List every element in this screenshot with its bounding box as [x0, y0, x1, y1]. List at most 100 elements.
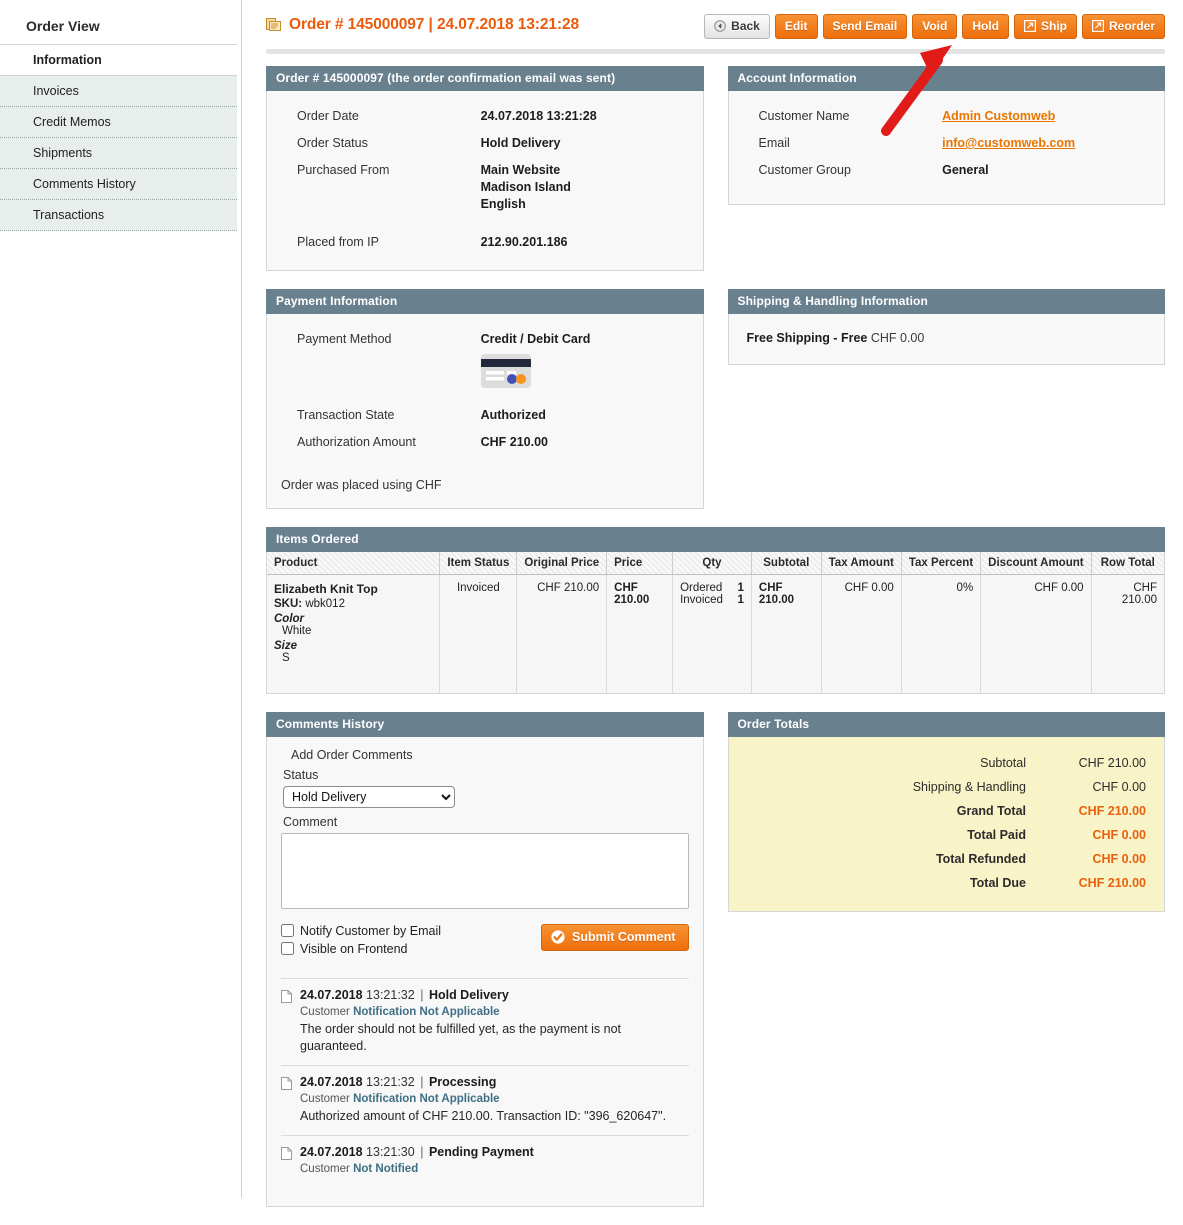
comment-textarea[interactable]: [281, 832, 689, 909]
sidebar-item-invoices[interactable]: Invoices: [0, 76, 237, 107]
order-date-value: 24.07.2018 13:21:28: [480, 109, 597, 123]
edit-button[interactable]: Edit: [774, 14, 818, 39]
external-window-icon: [1023, 20, 1036, 32]
totals-row-subtotal: Subtotal CHF 210.00: [743, 751, 1151, 775]
col-row-total: Row Total: [1091, 552, 1164, 575]
comment-history-list: 24.07.2018 13:21:32 | Hold Delivery Cust…: [281, 977, 689, 1188]
history-notify-line: Customer Not Notified: [300, 1161, 534, 1178]
col-qty: Qty: [672, 552, 752, 575]
customer-group-value: General: [942, 163, 989, 177]
customer-email-row: Email info@customweb.com: [743, 130, 1151, 157]
send-email-button[interactable]: Send Email: [822, 14, 908, 39]
ship-button[interactable]: Ship: [1013, 14, 1077, 39]
cell-price: CHF 210.00: [606, 574, 674, 693]
order-view-page: Order View Information Invoices Credit M…: [0, 0, 1183, 1207]
purchased-from-value: Main Website Madison Island English: [477, 157, 689, 218]
order-info-column: Order # 145000097 (the order confirmatio…: [266, 66, 704, 289]
sidebar-item-credit-memos[interactable]: Credit Memos: [0, 107, 237, 138]
notify-customer-checkbox-line[interactable]: Notify Customer by Email: [281, 924, 441, 938]
qty-invoiced-row: Invoiced 1: [680, 594, 744, 606]
sidebar-item-transactions[interactable]: Transactions: [0, 200, 237, 231]
back-button[interactable]: Back: [704, 14, 770, 39]
visible-on-frontend-checkbox[interactable]: [281, 942, 294, 955]
document-icon: [281, 1146, 292, 1160]
sidebar-item-information[interactable]: Information: [0, 45, 237, 76]
history-text: The order should not be fulfilled yet, a…: [300, 1021, 622, 1053]
shipping-method-line: Free Shipping - Free CHF 0.00: [743, 328, 1151, 348]
currency-note: Order was placed using CHF: [281, 478, 442, 492]
placed-from-ip-value: 212.90.201.186: [480, 235, 568, 249]
cell-qty: Ordered 1 Invoiced 1: [672, 574, 752, 693]
customer-name-link[interactable]: Admin Customweb: [942, 109, 1055, 123]
comment-label: Comment: [283, 814, 338, 829]
history-notify-prefix: Customer: [300, 1162, 350, 1175]
purchased-from-view: English: [480, 197, 526, 211]
payment-method-label: Payment Method: [297, 332, 392, 346]
payment-information-panel-body: Payment Method Credit / Debit Card Trans…: [266, 314, 704, 509]
col-discount-amount: Discount Amount: [980, 552, 1092, 575]
items-table-body: Elizabeth Knit Top SKU: wbk012 Color Whi…: [267, 574, 1164, 693]
qty-invoiced-value: 1: [737, 594, 744, 606]
comments-history-panel-body: Add Order Comments Status Hold Delivery …: [266, 736, 704, 1207]
shipping-method-price: CHF 0.00: [870, 331, 925, 345]
edit-button-label: Edit: [784, 19, 808, 33]
totals-label-subtotal: Subtotal: [980, 755, 1026, 770]
option-value-color: White: [282, 625, 312, 637]
col-price: Price: [606, 552, 674, 575]
history-status: Pending Payment: [428, 1144, 534, 1159]
submit-comment-button[interactable]: Submit Comment: [541, 923, 689, 951]
shipping-method-name: Free Shipping - Free: [746, 331, 868, 345]
account-information-panel: Account Information Customer Name Admin …: [727, 66, 1165, 205]
cell-tax-percent: 0%: [901, 574, 982, 693]
sku-value: wbk012: [305, 598, 345, 610]
reorder-button-label: Reorder: [1108, 19, 1155, 33]
totals-value-grand-total: CHF 210.00: [1078, 803, 1146, 818]
history-time: 13:21:32: [366, 987, 415, 1002]
history-time: 13:21:32: [366, 1074, 415, 1089]
totals-label-total-due: Total Due: [969, 875, 1026, 890]
totals-label-total-refunded: Total Refunded: [935, 851, 1026, 866]
authorization-amount-row: Authorization Amount CHF 210.00: [281, 429, 689, 456]
comments-history-panel: Comments History Add Order Comments Stat…: [266, 711, 704, 1207]
totals-value-shipping: CHF 0.00: [1092, 779, 1147, 794]
back-circle-arrow-icon: [714, 20, 726, 32]
hold-button[interactable]: Hold: [962, 14, 1009, 39]
sidebar-item-comments-history[interactable]: Comments History: [0, 169, 237, 200]
totals-value-subtotal: CHF 210.00: [1078, 755, 1146, 770]
totals-column: Order Totals Subtotal CHF 210.00 Shippin…: [727, 711, 1165, 1225]
payment-shipping-row: Payment Information Payment Method Credi…: [266, 289, 1165, 527]
items-table-head: Product Item Status Original Price Price…: [267, 552, 1164, 575]
credit-card-icon: [480, 354, 531, 388]
history-separator: |: [420, 987, 424, 1002]
sidebar-item-shipments[interactable]: Shipments: [0, 138, 237, 169]
totals-label-shipping: Shipping & Handling: [912, 779, 1026, 794]
history-notify-state: Notification Not Applicable: [353, 1092, 500, 1105]
comments-totals-row: Comments History Add Order Comments Stat…: [266, 711, 1165, 1225]
cell-row-total: CHF 210.00: [1091, 574, 1164, 693]
history-time: 13:21:30: [366, 1144, 415, 1159]
notify-customer-checkbox[interactable]: [281, 924, 294, 937]
list-item: 24.07.2018 13:21:32 | Hold Delivery Cust…: [281, 977, 689, 1065]
history-entry-body: 24.07.2018 13:21:32 | Hold Delivery Cust…: [300, 987, 689, 1055]
purchased-from-website: Main Website: [480, 163, 561, 177]
status-select[interactable]: Hold Delivery Processing Pending Payment…: [283, 785, 455, 808]
payment-information-panel: Payment Information Payment Method Credi…: [266, 289, 704, 509]
visible-on-frontend-checkbox-line[interactable]: Visible on Frontend: [281, 942, 441, 956]
document-icon: [281, 1076, 292, 1090]
totals-row-total-paid: Total Paid CHF 0.00: [743, 823, 1151, 847]
customer-email-link[interactable]: info@customweb.com: [942, 136, 1075, 150]
page-header: Order # 145000097 | 24.07.2018 13:21:28 …: [266, 14, 1165, 45]
void-button[interactable]: Void: [912, 14, 958, 39]
payment-column: Payment Information Payment Method Credi…: [266, 289, 704, 527]
ship-button-label: Ship: [1040, 19, 1067, 33]
order-date-label: Order Date: [297, 109, 359, 123]
shipping-column: Shipping & Handling Information Free Shi…: [727, 289, 1165, 527]
table-row: Elizabeth Knit Top SKU: wbk012 Color Whi…: [267, 574, 1164, 693]
totals-label-grand-total: Grand Total: [956, 803, 1026, 818]
option-name-size: Size: [274, 640, 298, 652]
account-information-panel-body: Customer Name Admin Customweb Email info…: [727, 91, 1165, 205]
main-content: Order # 145000097 | 24.07.2018 13:21:28 …: [242, 0, 1183, 1207]
send-email-button-label: Send Email: [832, 19, 898, 33]
reorder-button[interactable]: Reorder: [1081, 14, 1165, 39]
customer-email-label: Email: [758, 136, 790, 150]
